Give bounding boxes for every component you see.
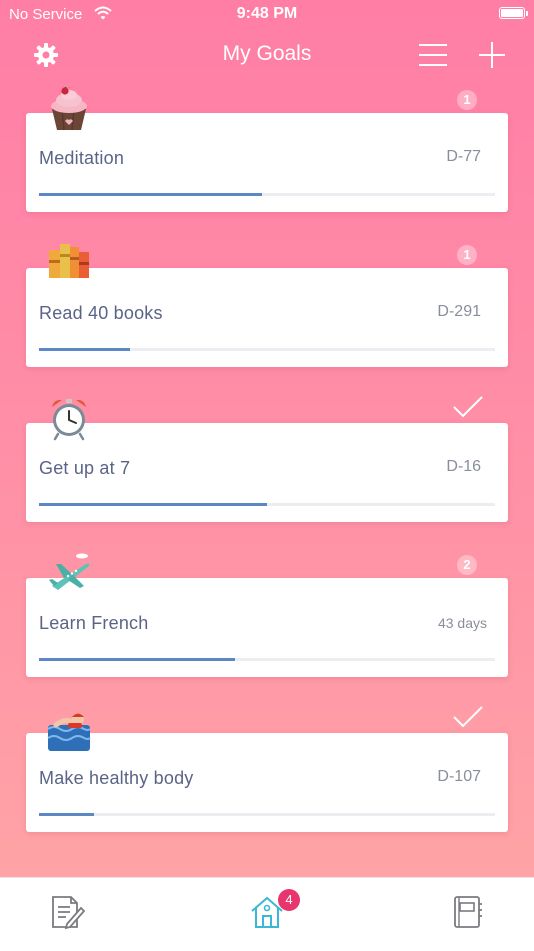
goal-card[interactable]: Get up at 7 D-16 — [26, 423, 508, 522]
progress-track — [39, 813, 495, 816]
goal-name: Make healthy body — [39, 768, 194, 788]
goal-dday: D-16 — [446, 458, 481, 475]
goal-name: Learn French — [39, 613, 149, 633]
progress-fill — [39, 348, 131, 351]
tab-journal-icon[interactable] — [49, 894, 85, 930]
swimmer-icon — [47, 713, 91, 751]
goal-name: Get up at 7 — [39, 458, 131, 478]
progress-track — [39, 658, 495, 661]
goal-card[interactable]: Meditation D-77 — [26, 113, 508, 212]
clock: 9:48 PM — [236, 5, 298, 22]
goal-badge: 1 — [457, 245, 477, 265]
goal-name: Meditation — [39, 148, 125, 168]
menu-icon[interactable] — [418, 42, 448, 68]
alarm-clock-icon — [52, 399, 86, 441]
goal-badge: 1 — [457, 90, 477, 110]
goal-dday: D-107 — [437, 768, 481, 785]
goal-card[interactable]: Read 40 books D-291 — [26, 268, 508, 367]
add-goal-button[interactable] — [478, 41, 506, 69]
goal-dday: 43 days — [437, 615, 487, 631]
tab-bar: 4 — [0, 877, 534, 951]
goal-name: Read 40 books — [39, 303, 163, 323]
tab-notebook-icon[interactable] — [449, 894, 485, 930]
cupcake-icon — [51, 87, 87, 131]
progress-track — [39, 348, 495, 351]
progress-fill — [39, 503, 267, 506]
battery-icon — [499, 7, 528, 19]
completed-check-icon — [453, 706, 483, 728]
goal-dday: D-77 — [446, 148, 481, 165]
goal-card[interactable]: Learn French 43 days — [26, 578, 508, 677]
progress-fill — [39, 813, 94, 816]
books-icon — [49, 244, 89, 278]
goal-card[interactable]: Make healthy body D-107 — [26, 733, 508, 832]
status-bar: No Service 9:48 PM — [0, 0, 534, 30]
progress-track — [39, 193, 495, 196]
progress-fill — [39, 193, 263, 196]
completed-check-icon — [453, 396, 483, 418]
progress-fill — [39, 658, 236, 661]
airplane-icon — [49, 553, 90, 595]
page-title: My Goals — [222, 42, 312, 65]
goal-badge: 2 — [457, 555, 477, 575]
nav-bar: My Goals — [0, 30, 534, 80]
goal-dday: D-291 — [437, 303, 481, 320]
home-badge: 4 — [278, 889, 300, 911]
progress-track — [39, 503, 495, 506]
